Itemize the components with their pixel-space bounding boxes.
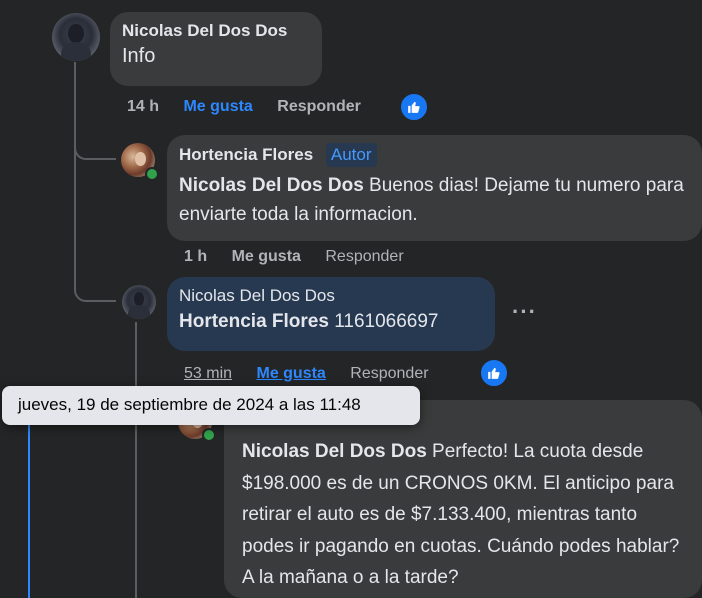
comment-time[interactable]: 53 min (184, 365, 232, 382)
reply-button[interactable]: Responder (350, 365, 428, 382)
comment-text: Hortencia Flores 1161066697 (179, 307, 483, 336)
mention-link[interactable]: Nicolas Del Dos Dos (242, 441, 427, 462)
thread-line-left-highlight (28, 400, 30, 598)
like-reaction-icon[interactable] (399, 92, 429, 122)
avatar-nicolas[interactable] (122, 285, 156, 319)
comment-bubble-3: Nicolas Del Dos Dos Hortencia Flores 116… (167, 277, 495, 351)
author-name[interactable]: Hortencia Flores (179, 145, 313, 164)
avatar-nicolas[interactable] (52, 13, 100, 61)
like-button[interactable]: Me gusta (256, 365, 325, 382)
thread-curve-2 (74, 282, 116, 302)
comment-text: Nicolas Del Dos Dos Perfecto! La cuota d… (242, 436, 690, 594)
thread-line-sub (135, 322, 137, 598)
comment-time[interactable]: 1 h (184, 248, 207, 265)
reply-button[interactable]: Responder (325, 248, 403, 265)
like-button[interactable]: Me gusta (232, 248, 301, 265)
comment-body: 1161066697 (328, 311, 439, 332)
comment-author[interactable]: Nicolas Del Dos Dos (122, 20, 310, 42)
like-button[interactable]: Me gusta (183, 98, 252, 115)
comment-actions-1: 14 h Me gusta Responder (127, 98, 361, 116)
comment-actions-2: 1 h Me gusta Responder (184, 248, 404, 266)
thread-curve-1 (74, 140, 116, 160)
comment-time[interactable]: 14 h (127, 98, 159, 115)
like-reaction-icon[interactable] (479, 358, 509, 388)
comment-author[interactable]: Nicolas Del Dos Dos (179, 285, 483, 307)
more-options-icon[interactable]: ··· (512, 299, 537, 325)
author-badge: Autor (325, 143, 377, 167)
comment-author: Hortencia Flores Autor (179, 143, 690, 167)
comment-actions-3: 53 min Me gusta Responder (184, 365, 429, 383)
comment-text: Nicolas Del Dos Dos Buenos dias! Dejame … (179, 171, 690, 229)
comment-bubble-1: Nicolas Del Dos Dos Info (110, 12, 322, 86)
mention-link[interactable]: Nicolas Del Dos Dos (179, 175, 364, 196)
mention-link[interactable]: Hortencia Flores (179, 311, 329, 332)
comment-body: Perfecto! La cuota desde $198.000 es de … (242, 441, 680, 588)
online-status-icon (202, 428, 216, 442)
comment-bubble-4: Hortencia Flores Nicolas Del Dos Dos Per… (224, 400, 702, 598)
comment-text: Info (122, 45, 156, 67)
comment-bubble-2: Hortencia Flores Autor Nicolas Del Dos D… (167, 135, 702, 241)
timestamp-tooltip: jueves, 19 de septiembre de 2024 a las 1… (2, 386, 420, 425)
online-status-icon (145, 167, 159, 181)
reply-button[interactable]: Responder (277, 98, 361, 115)
thread-line-main-2 (74, 157, 76, 283)
